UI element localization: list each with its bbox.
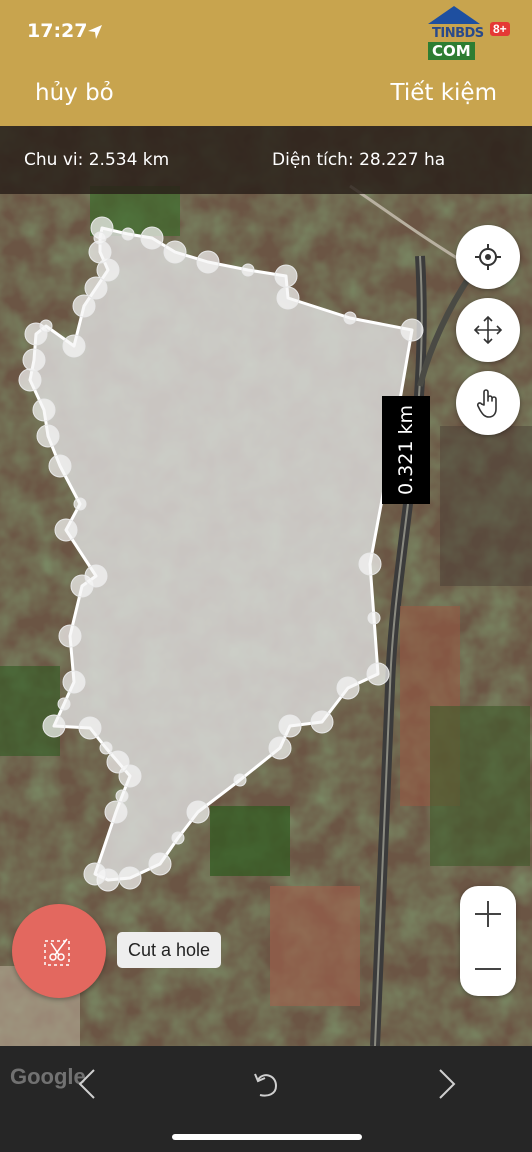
scissors-icon [44,938,70,966]
undo-icon[interactable] [250,1066,280,1102]
bottom-toolbar: Google [0,1046,532,1152]
zoom-in-button[interactable] [460,886,516,941]
home-indicator [172,1134,362,1140]
zoom-control [460,886,516,996]
logo-roof [428,6,480,24]
move-button[interactable] [456,298,520,362]
status-time: 17:27 [27,20,88,42]
area-text: Diện tích: 28.227 ha [272,150,446,170]
cut-hole-button[interactable] [12,904,106,998]
touch-button[interactable] [456,371,520,435]
minus-icon [475,967,501,970]
hand-pointer-icon [476,389,497,418]
crosshair-icon [475,244,501,270]
chevron-right-icon[interactable] [432,1066,462,1102]
distance-text: 0.321 km [395,405,417,495]
zoom-out-button[interactable] [460,941,516,996]
cancel-button[interactable]: hủy bỏ [35,80,114,106]
distance-label: 0.321 km [382,396,430,504]
chevron-left-icon[interactable] [72,1066,102,1102]
save-button[interactable]: Tiết kiệm [391,80,497,106]
perimeter-text: Chu vi: 2.534 km [24,150,170,170]
cut-hole-tooltip: Cut a hole [117,932,222,968]
app-header: 17:27 TINBDS COM 8+ hủy bỏ Tiết kiệm [0,0,532,126]
plus-icon [475,900,501,927]
logo-text-top: TINBDS [432,26,484,41]
site-logo: TINBDS COM 8+ [420,4,526,62]
logo-text-bottom: COM [428,42,475,60]
location-arrow-icon [88,25,102,39]
measurement-bar: Chu vi: 2.534 km Diện tích: 28.227 ha [0,126,532,194]
logo-badge: 8+ [490,22,510,36]
move-arrows-icon [473,315,503,345]
locate-button[interactable] [456,225,520,289]
